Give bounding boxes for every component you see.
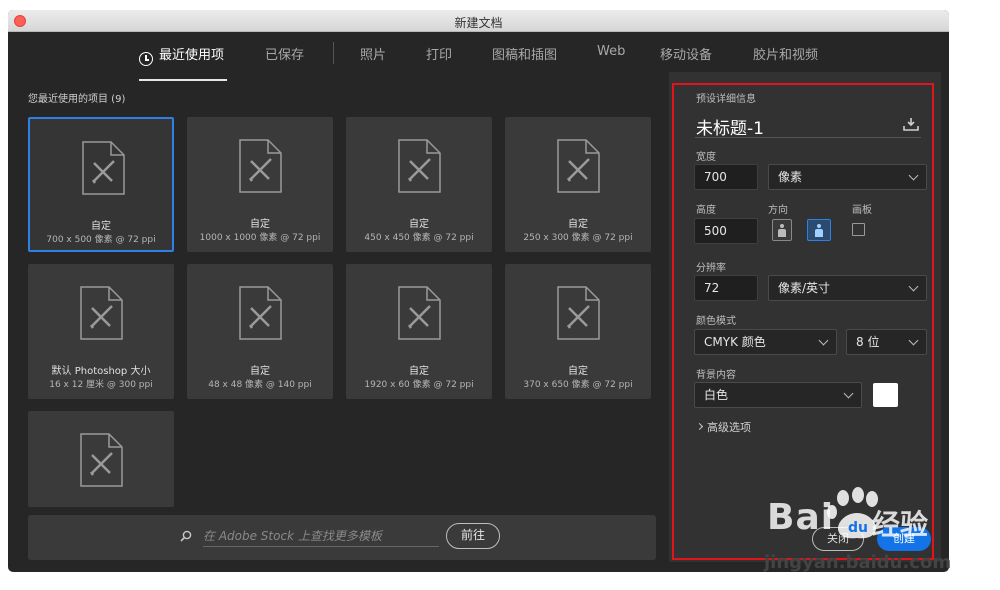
color-mode-value: CMYK 颜色 <box>704 335 766 349</box>
portrait-orientation-button[interactable] <box>772 219 792 241</box>
orientation-label: 方向 <box>768 205 788 216</box>
chevron-down-icon <box>908 281 919 292</box>
card-title: 自定 <box>409 366 429 377</box>
portrait-icon <box>778 224 786 237</box>
landscape-orientation-button[interactable] <box>807 219 831 241</box>
tab-film-video[interactable]: 胶片和视频 <box>753 44 818 63</box>
stock-search-input[interactable]: 在 Adobe Stock 上查找更多模板 <box>203 527 439 547</box>
tab-mobile[interactable]: 移动设备 <box>660 44 712 63</box>
tab-art-illustration[interactable]: 图稿和插图 <box>492 44 557 63</box>
card-title: 自定 <box>568 366 588 377</box>
card-dimensions: 450 x 450 像素 @ 72 ppi <box>364 233 474 243</box>
document-icon <box>239 139 282 193</box>
preset-card[interactable]: 默认 Photoshop 大小 16 x 12 厘米 @ 300 ppi <box>28 264 174 399</box>
card-title: 自定 <box>409 219 429 230</box>
card-title: 自定 <box>250 366 270 377</box>
tab-print[interactable]: 打印 <box>426 44 452 63</box>
card-title: 自定 <box>250 219 270 230</box>
document-icon <box>80 433 123 487</box>
color-mode-select[interactable]: CMYK 颜色 <box>694 329 837 355</box>
card-dimensions: 370 x 650 像素 @ 72 ppi <box>523 380 633 390</box>
height-label: 高度 <box>696 205 716 216</box>
document-icon <box>398 286 441 340</box>
resolution-input[interactable]: 72 <box>694 275 758 301</box>
chevron-down-icon <box>818 335 829 346</box>
window-title: 新建文档 <box>454 16 503 30</box>
recent-items-heading: 您最近使用的项目 (9) <box>28 94 126 105</box>
document-icon <box>557 286 600 340</box>
background-select[interactable]: 白色 <box>694 382 862 408</box>
chevron-down-icon <box>843 388 854 399</box>
preset-card[interactable]: 自定 250 x 300 像素 @ 72 ppi <box>505 117 651 252</box>
tab-photo[interactable]: 照片 <box>360 44 386 63</box>
watermark-brand-suffix: 经验 <box>872 508 929 541</box>
card-title: 自定 <box>91 221 111 232</box>
document-icon <box>82 141 125 195</box>
background-label: 背景内容 <box>696 370 736 381</box>
card-title: 默认 Photoshop 大小 <box>51 366 151 377</box>
card-dimensions: 1920 x 60 像素 @ 72 ppi <box>364 380 474 390</box>
document-icon <box>398 139 441 193</box>
chevron-down-icon <box>908 170 919 181</box>
card-dimensions: 1000 x 1000 像素 @ 72 ppi <box>199 233 321 243</box>
active-tab-indicator <box>139 79 227 81</box>
preset-card[interactable]: 自定 700 x 500 像素 @ 72 ppi <box>28 117 174 252</box>
document-icon <box>80 286 123 340</box>
bit-depth-value: 8 位 <box>856 335 880 349</box>
tab-web[interactable]: Web <box>597 44 625 59</box>
tab-saved[interactable]: 已保存 <box>265 44 304 63</box>
artboard-label: 画板 <box>852 205 872 216</box>
preset-card[interactable]: 自定 450 x 450 像素 @ 72 ppi <box>346 117 492 252</box>
preset-card[interactable]: 自定 1920 x 60 像素 @ 72 ppi <box>346 264 492 399</box>
name-underline <box>695 137 921 138</box>
width-unit-select[interactable]: 像素 <box>768 164 927 190</box>
height-input[interactable]: 500 <box>694 218 758 244</box>
title-bar: 新建文档 <box>8 10 949 32</box>
tab-divider <box>333 42 334 64</box>
save-preset-icon[interactable] <box>903 117 919 131</box>
go-button[interactable]: 前往 <box>446 523 500 549</box>
resolution-label: 分辨率 <box>696 263 726 274</box>
card-dimensions: 48 x 48 像素 @ 140 ppi <box>208 380 312 390</box>
background-color-swatch[interactable] <box>873 383 898 407</box>
document-icon <box>239 286 282 340</box>
preset-card[interactable]: 自定 48 x 48 像素 @ 140 ppi <box>187 264 333 399</box>
card-dimensions: 16 x 12 厘米 @ 300 ppi <box>49 380 153 390</box>
watermark-url: jingyan.baidu.com <box>764 552 952 573</box>
chevron-down-icon <box>908 335 919 346</box>
document-icon <box>557 139 600 193</box>
stock-search-bar: 在 Adobe Stock 上查找更多模板 前往 <box>28 515 656 560</box>
width-unit-value: 像素 <box>778 170 803 184</box>
artboard-checkbox[interactable] <box>852 223 865 236</box>
width-label: 宽度 <box>696 152 716 163</box>
watermark-brand: Bai <box>767 497 835 538</box>
clock-icon <box>139 52 153 66</box>
background-value: 白色 <box>704 388 729 402</box>
width-input[interactable]: 700 <box>694 164 758 190</box>
tab-recent[interactable]: 最近使用项 <box>159 44 224 63</box>
search-icon <box>180 530 192 542</box>
card-dimensions: 250 x 300 像素 @ 72 ppi <box>523 233 633 243</box>
preset-card[interactable]: 自定 1000 x 1000 像素 @ 72 ppi <box>187 117 333 252</box>
advanced-options-toggle[interactable]: 高级选项 <box>707 419 751 435</box>
resolution-unit-value: 像素/英寸 <box>778 281 831 295</box>
card-title: 自定 <box>568 219 588 230</box>
resolution-unit-select[interactable]: 像素/英寸 <box>768 275 927 301</box>
bit-depth-select[interactable]: 8 位 <box>846 329 927 355</box>
preset-card[interactable]: 自定 370 x 650 像素 @ 72 ppi <box>505 264 651 399</box>
card-dimensions: 700 x 500 像素 @ 72 ppi <box>46 235 156 245</box>
color-mode-label: 颜色模式 <box>696 316 736 327</box>
landscape-icon <box>815 224 823 237</box>
document-name-field[interactable]: 未标题-1 <box>696 114 764 139</box>
preset-card[interactable] <box>28 411 174 507</box>
preset-details-heading: 预设详细信息 <box>696 94 756 105</box>
